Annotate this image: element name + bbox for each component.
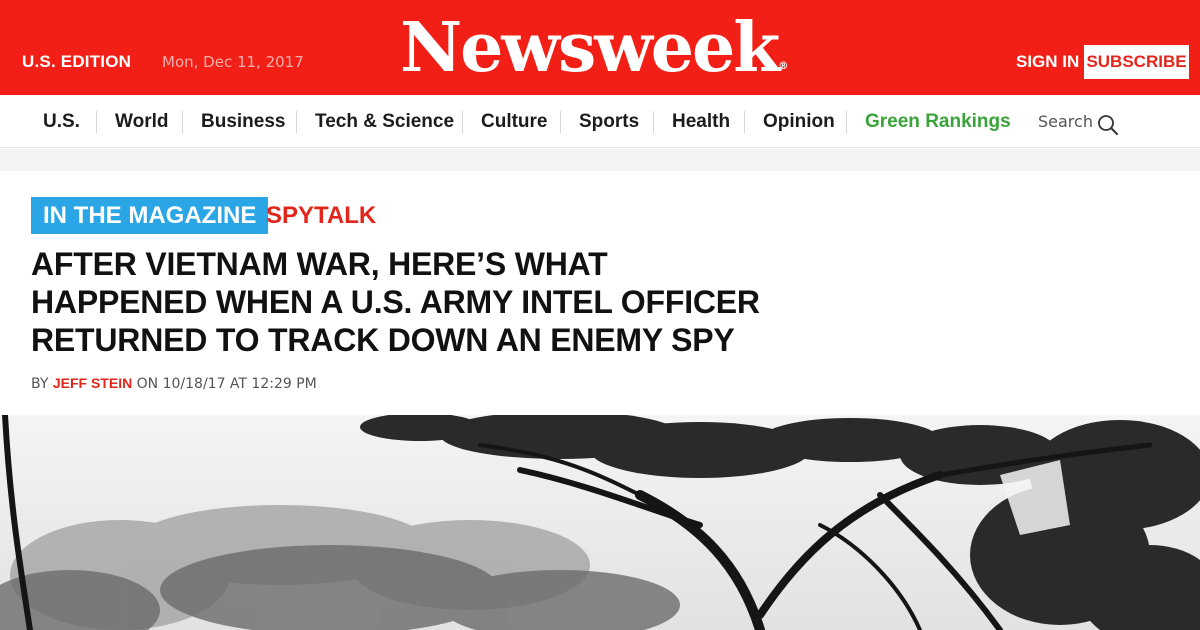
- nav-item-culture[interactable]: Culture: [481, 95, 548, 148]
- nav-divider: [744, 111, 745, 133]
- nav-spacer-strip: [0, 149, 1200, 171]
- nav-item-tech-science[interactable]: Tech & Science: [315, 95, 454, 148]
- nav-item-opinion[interactable]: Opinion: [763, 95, 835, 148]
- sign-in-link[interactable]: SIGN IN: [1016, 52, 1079, 72]
- author-link[interactable]: JEFF STEIN: [53, 375, 132, 391]
- publish-timestamp: ON 10/18/17 AT 12:29 PM: [136, 376, 317, 392]
- trees-photo-illustration: [0, 415, 1200, 630]
- nav-item-business[interactable]: Business: [201, 95, 285, 148]
- nav-divider: [653, 111, 654, 133]
- nav-divider: [96, 111, 97, 133]
- nav-item-us[interactable]: U.S.: [43, 95, 80, 148]
- article-headline: AFTER VIETNAM WAR, HERE’S WHAT HAPPENED …: [31, 245, 791, 359]
- article-byline: BY JEFF STEIN ON 10/18/17 AT 12:29 PM: [31, 375, 317, 392]
- byline-prefix: BY: [31, 376, 49, 392]
- headline-line: HAPPENED WHEN A U.S. ARMY INTEL OFFICER: [31, 284, 760, 320]
- newsweek-logo[interactable]: Newsweek®: [400, 8, 800, 88]
- article-lead-photo: [0, 415, 1200, 630]
- nav-divider: [846, 111, 847, 133]
- nav-divider: [462, 111, 463, 133]
- current-date: Mon, Dec 11, 2017: [162, 53, 304, 71]
- edition-selector[interactable]: U.S. EDITION: [22, 52, 131, 72]
- top-header-bar: U.S. EDITION Mon, Dec 11, 2017 Newsweek®…: [0, 0, 1200, 95]
- search-icon[interactable]: [1097, 114, 1119, 136]
- headline-line: AFTER VIETNAM WAR, HERE’S WHAT: [31, 246, 608, 282]
- nav-item-sports[interactable]: Sports: [579, 95, 639, 148]
- in-the-magazine-tag[interactable]: IN THE MAGAZINE: [31, 197, 269, 234]
- subscribe-button[interactable]: SUBSCRIBE: [1084, 45, 1189, 79]
- main-nav: U.S. World Business Tech & Science Cultu…: [0, 95, 1200, 148]
- nav-item-health[interactable]: Health: [672, 95, 730, 148]
- headline-line: RETURNED TO TRACK DOWN AN ENEMY SPY: [31, 322, 735, 358]
- nav-divider: [560, 111, 561, 133]
- logo-text: Newsweek: [400, 8, 780, 88]
- section-tag-spytalk[interactable]: SPYTALK: [266, 197, 376, 234]
- nav-item-world[interactable]: World: [115, 95, 168, 148]
- search-label[interactable]: Search: [1038, 95, 1093, 148]
- nav-item-green-rankings[interactable]: Green Rankings: [865, 95, 1011, 148]
- nav-divider: [182, 111, 183, 133]
- registered-mark-icon: ®: [778, 61, 789, 72]
- nav-divider: [296, 111, 297, 133]
